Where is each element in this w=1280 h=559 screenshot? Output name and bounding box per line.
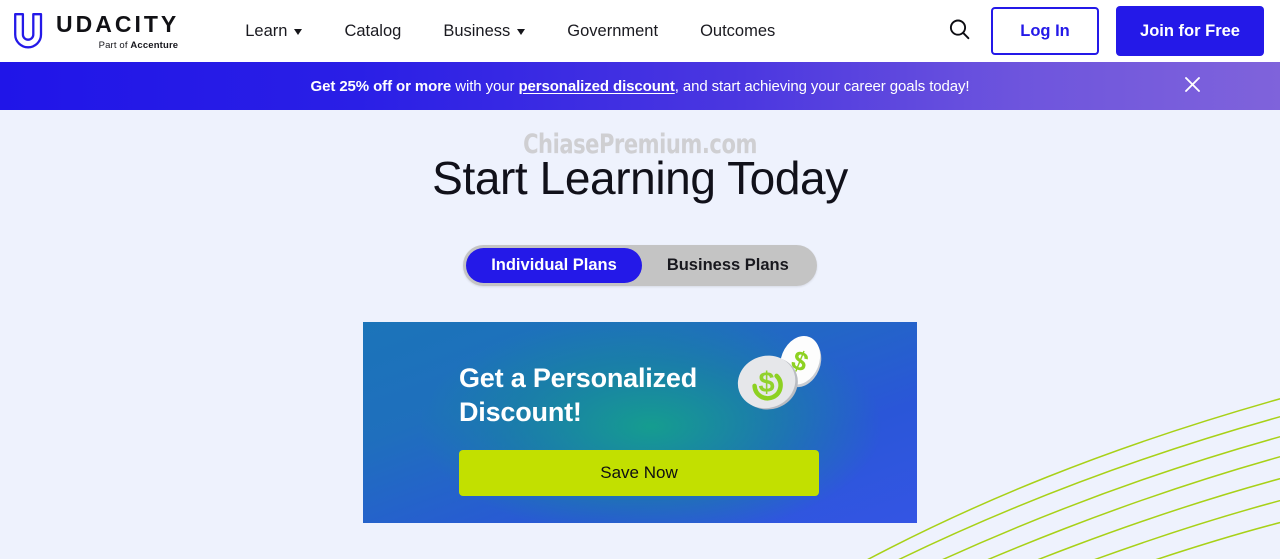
udacity-u-icon (12, 12, 46, 50)
search-icon (948, 18, 971, 44)
logo-wordmark: UDACITY (56, 10, 180, 37)
promo-banner-text: Get 25% off or more with your personaliz… (311, 78, 970, 95)
close-icon (1184, 76, 1201, 96)
logo-tagline: Part of Accenture (98, 39, 179, 51)
nav-label: Learn (245, 21, 288, 40)
promo-bold-lead: Get 25% off or more (310, 77, 452, 95)
nav-item-government[interactable]: Government (546, 14, 679, 49)
personalized-discount-link[interactable]: personalized discount (518, 78, 674, 95)
save-now-button[interactable]: Save Now (459, 450, 819, 497)
personalized-discount-card: $ $ Get a Personalized Discount! Save No… (363, 322, 917, 523)
toggle-business-plans[interactable]: Business Plans (642, 248, 814, 283)
nav-label: Government (567, 21, 659, 40)
card-title-line2: Discount! (459, 397, 582, 428)
chevron-down-icon (517, 29, 526, 35)
banner-close-button[interactable] (1179, 73, 1205, 99)
card-title-line1: Get a Personalized (459, 363, 697, 393)
promo-mid: with your (451, 77, 519, 95)
page-title: Start Learning Today (432, 152, 848, 204)
toggle-individual-plans[interactable]: Individual Plans (466, 248, 642, 283)
nav-label: Business (443, 21, 511, 40)
chevron-down-icon (294, 29, 303, 35)
card-title: Get a Personalized Discount! (459, 361, 734, 429)
udacity-logo[interactable]: UDACITY Part of Accenture (12, 12, 179, 51)
join-for-free-button[interactable]: Join for Free (1116, 6, 1264, 56)
nav-item-catalog[interactable]: Catalog (323, 14, 422, 49)
plan-toggle-wrap: Individual Plans Business Plans (0, 245, 1280, 286)
promo-banner: Get 25% off or more with your personaliz… (0, 62, 1280, 110)
dollar-coin-icon: $ $ (737, 336, 822, 410)
search-button[interactable] (944, 16, 974, 46)
nav-item-business[interactable]: Business (422, 14, 546, 49)
plan-toggle: Individual Plans Business Plans (463, 245, 817, 286)
nav-label: Catalog (344, 21, 402, 40)
site-header: UDACITY Part of Accenture Learn Catalog … (0, 0, 1280, 62)
main-navigation: Learn Catalog Business Government Outcom… (224, 14, 796, 49)
promo-card-wrap: $ $ Get a Personalized Discount! Save No… (0, 322, 1280, 523)
header-actions: Log In Join for Free (944, 6, 1264, 56)
login-button[interactable]: Log In (991, 7, 1099, 55)
hero-section: ChiasePremium.com Start Learning Today I… (0, 110, 1280, 559)
nav-item-outcomes[interactable]: Outcomes (679, 14, 796, 49)
promo-tail: , and start achieving your career goals … (674, 77, 970, 95)
nav-item-learn[interactable]: Learn (224, 14, 323, 49)
nav-label: Outcomes (700, 21, 776, 40)
